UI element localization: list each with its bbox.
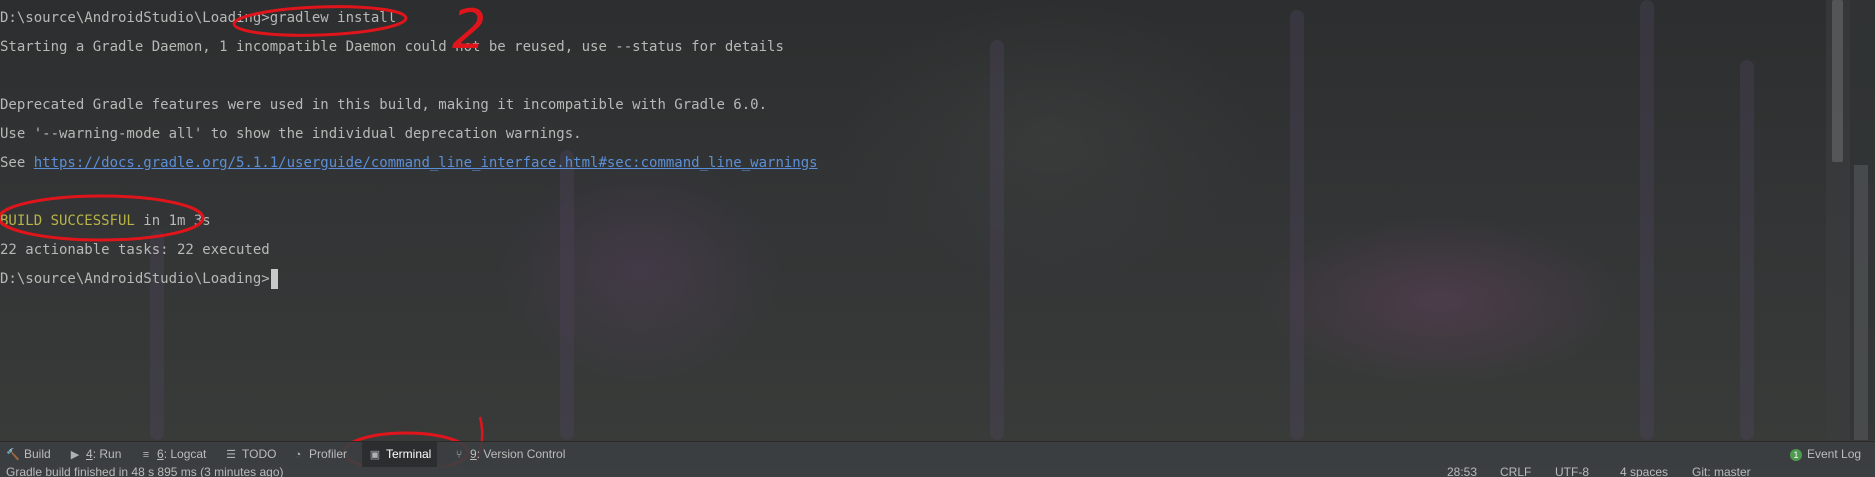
editor-scrollbar-thumb[interactable] [1854, 165, 1868, 440]
prompt-text: D:\source\AndroidStudio\Loading> [0, 271, 270, 287]
status-bar: Gradle build finished in 48 s 895 ms (3 … [0, 467, 1875, 477]
terminal-line: See https://docs.gradle.org/5.1.1/usergu… [0, 153, 818, 173]
branch-icon: ⑂ [455, 449, 463, 461]
tool-run-button[interactable]: ▶ 4: Run [68, 442, 122, 467]
terminal-line: Deprecated Gradle features were used in … [0, 97, 768, 113]
terminal-line: Use '--warning-mode all' to show the ind… [0, 126, 582, 142]
status-message[interactable]: Gradle build finished in 48 s 895 ms (3 … [6, 467, 283, 477]
tool-build-label: Build [24, 447, 51, 461]
gradle-docs-link[interactable]: https://docs.gradle.org/5.1.1/userguide/… [34, 155, 818, 171]
tool-logcat-number: 6 [157, 447, 164, 461]
terminal-icon: ▣ [369, 449, 381, 461]
tool-logcat-button[interactable]: ≡ 6: Logcat [139, 442, 207, 467]
tool-terminal-button[interactable]: ▣ Terminal [362, 442, 438, 467]
terminal-line: 22 actionable tasks: 22 executed [0, 242, 270, 258]
tool-run-number: 4 [86, 447, 93, 461]
terminal-line: D:\source\AndroidStudio\Loading>gradlew … [0, 10, 397, 26]
terminal-scrollbar[interactable] [1826, 0, 1850, 440]
see-label: See [0, 155, 34, 171]
tool-event-log-button[interactable]: 1 Event Log [1790, 442, 1861, 467]
status-encoding[interactable]: UTF-8 [1555, 467, 1589, 477]
tool-event-log-label: Event Log [1807, 447, 1862, 461]
terminal-line: BUILD SUCCESSFUL in 1m 3s [0, 211, 211, 231]
logcat-icon: ≡ [142, 449, 150, 461]
tool-window-bar: 🔨 Build ▶ 4: Run ≡ 6: Logcat ☰ TODO ◔ Profile… [0, 441, 1875, 467]
tool-todo-button[interactable]: ☰ TODO [224, 442, 276, 467]
tool-profiler-label: Profiler [309, 447, 348, 461]
tool-run-label: : Run [92, 447, 122, 461]
status-position[interactable]: 28:53 [1447, 467, 1477, 477]
scrollbar-thumb[interactable] [1832, 0, 1843, 162]
event-count-badge: 1 [1790, 448, 1802, 461]
terminal-prompt[interactable]: D:\source\AndroidStudio\Loading> [0, 269, 278, 289]
tool-version-control-button[interactable]: ⑂ 9: Version Control [452, 442, 566, 467]
status-line-separator[interactable]: CRLF [1500, 467, 1531, 477]
hammer-icon: 🔨 [6, 449, 20, 461]
tool-profiler-button[interactable]: ◔ Profiler [291, 442, 347, 467]
tool-todo-label: TODO [242, 447, 277, 461]
build-status: BUILD SUCCESSFUL [0, 213, 135, 229]
status-indent[interactable]: 4 spaces [1620, 467, 1668, 477]
terminal-line: Starting a Gradle Daemon, 1 incompatible… [0, 39, 784, 55]
tool-vcs-number: 9 [470, 447, 477, 461]
play-icon: ▶ [70, 449, 80, 461]
text-cursor [270, 269, 278, 289]
tool-terminal-label: Terminal [386, 447, 432, 461]
android-studio-window: D:\source\AndroidStudio\Loading>gradlew … [0, 0, 1875, 477]
terminal-output[interactable]: D:\source\AndroidStudio\Loading>gradlew … [0, 0, 1826, 440]
list-icon: ☰ [226, 449, 236, 461]
tool-vcs-label: : Version Control [476, 447, 566, 461]
status-git-branch[interactable]: Git: master [1692, 467, 1751, 477]
tool-build-button[interactable]: 🔨 Build [6, 442, 51, 467]
tool-logcat-label: : Logcat [163, 447, 207, 461]
build-time: in 1m 3s [134, 213, 211, 229]
gauge-icon: ◔ [294, 449, 302, 461]
